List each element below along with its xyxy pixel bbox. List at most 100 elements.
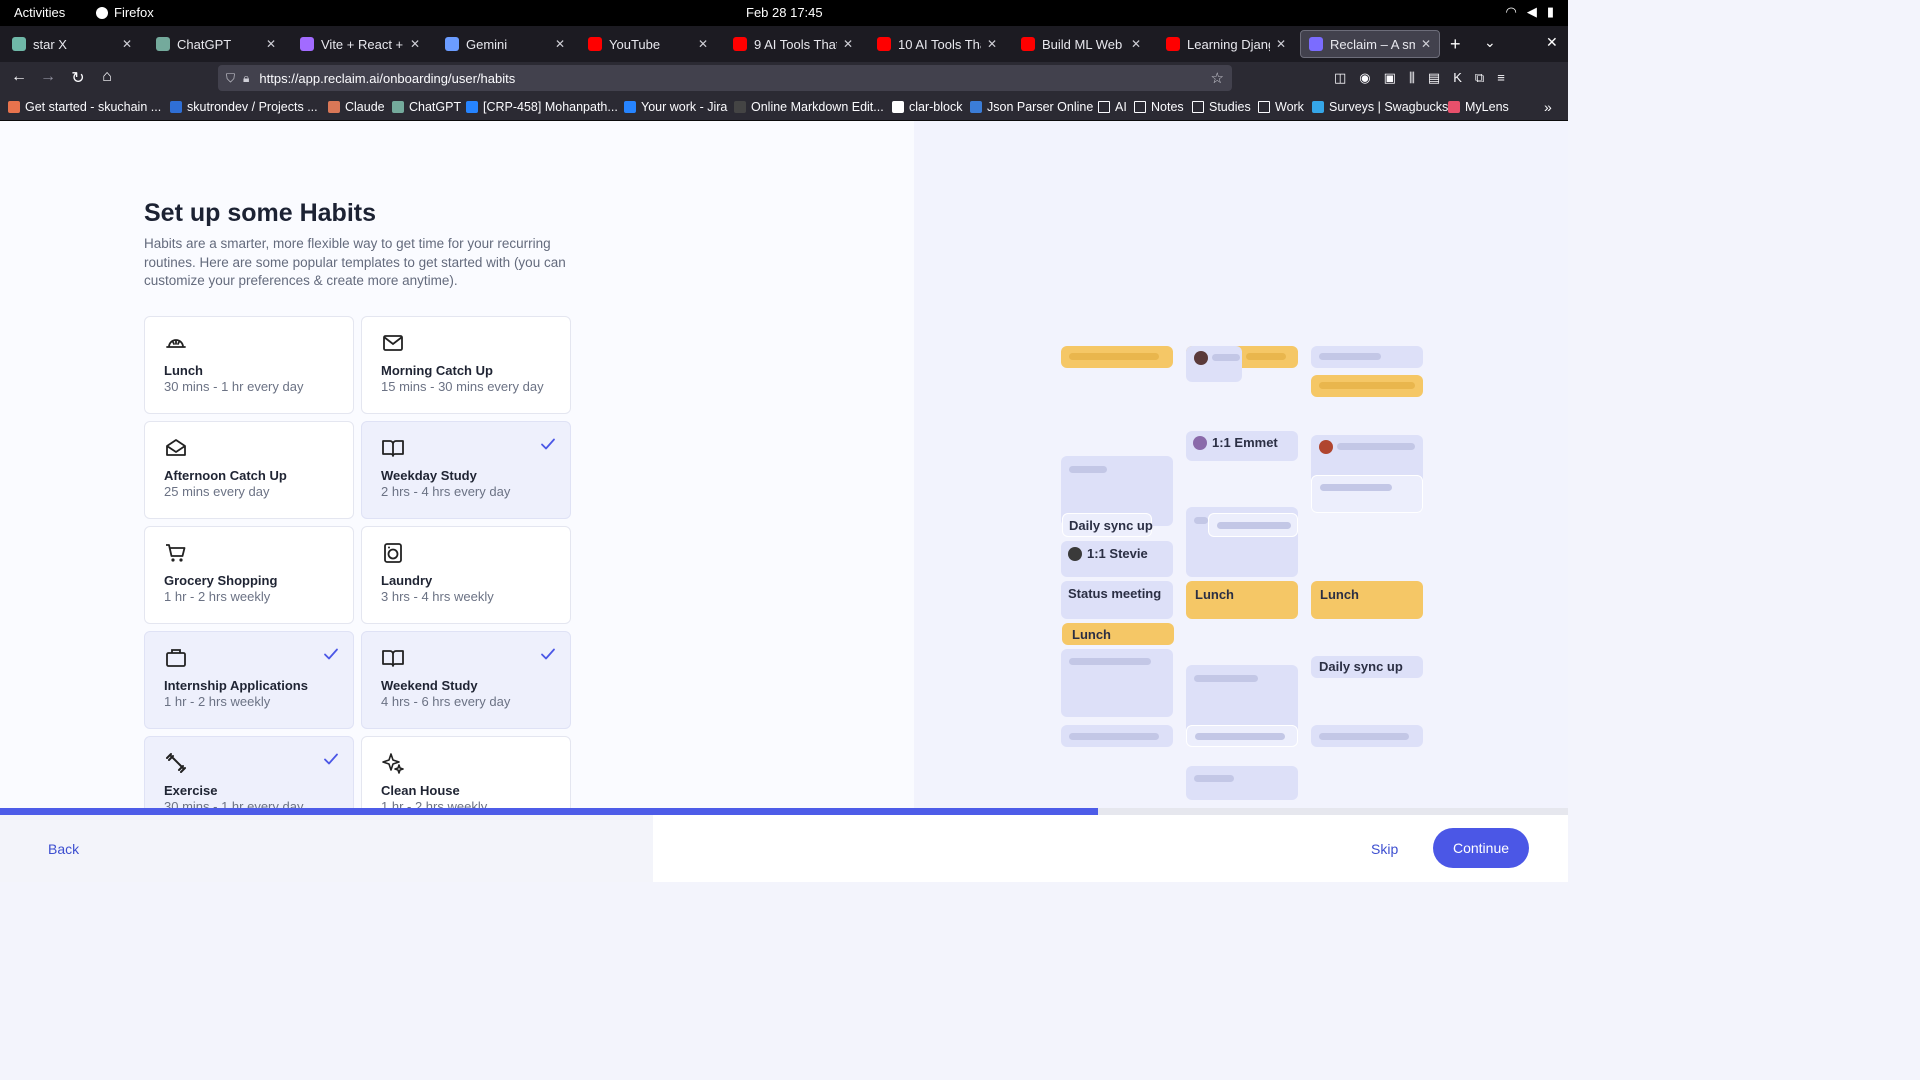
bookmark-item[interactable]: [CRP-458] Mohanpath... [466,100,618,114]
back-arrow-icon[interactable]: ← [8,68,30,86]
browser-tab[interactable]: 10 AI Tools That W ✕ [869,30,1005,58]
url-text[interactable]: https://app.reclaim.ai/onboarding/user/h… [259,71,515,86]
tab-favicon-icon [1166,37,1180,51]
bookmark-label: Surveys | Swagbucks [1329,100,1449,114]
close-tab-icon[interactable]: ✕ [122,37,132,51]
forward-arrow-icon[interactable]: → [37,68,59,86]
habit-card[interactable]: Afternoon Catch Up 25 mins every day [144,421,354,519]
folder-icon [1098,101,1110,113]
bookmark-label: Studies [1209,100,1251,114]
bookmark-folder[interactable]: Studies [1192,100,1251,114]
bookmark-item[interactable]: Surveys | Swagbucks [1312,100,1448,114]
habit-card[interactable]: Weekend Study 4 hrs - 6 hrs every day [361,631,571,729]
habit-duration: 2 hrs - 4 hrs every day [381,484,511,499]
calendar-event: Daily sync up [1062,513,1153,537]
menu-icon[interactable]: ≡ [1497,70,1505,86]
bookmark-item[interactable]: Your work - Jira [624,100,727,114]
browser-tab[interactable]: Build ML Web App ✕ [1013,30,1149,58]
folder-icon [1134,101,1146,113]
bookmark-item[interactable]: ChatGPT [392,100,461,114]
browser-tab[interactable]: Learning Django [✕ [1158,30,1294,58]
bookmark-star-icon[interactable]: ☆ [1211,69,1224,87]
system-tray[interactable]: ◠ ◀ ▮ [1506,4,1555,20]
shield-icon[interactable]: ⛉ [226,71,235,86]
k-extension-icon[interactable]: K [1453,70,1462,86]
bookmark-label: clar-block [909,100,963,114]
bookmark-item[interactable]: Online Markdown Edit... [734,100,884,114]
bookmark-item[interactable]: skutrondev / Projects ... [170,100,318,114]
bookmark-favicon-icon [170,101,182,113]
clock[interactable]: Feb 28 17:45 [746,5,823,20]
bookmark-folder[interactable]: AI [1098,100,1127,114]
browser-tab[interactable]: Vite + React + TS ✕ [292,30,428,58]
pocket-icon[interactable]: ◫ [1334,70,1346,86]
habit-card[interactable]: Exercise 30 mins - 1 hr every day [144,736,354,816]
habit-card[interactable]: Internship Applications 1 hr - 2 hrs week… [144,631,354,729]
app-menu[interactable]: Firefox [96,5,154,20]
url-bar[interactable]: ⛉ 🔒︎ https://app.reclaim.ai/onboarding/u… [218,65,1232,91]
bookmark-label: [CRP-458] Mohanpath... [483,100,618,114]
extension-badge-icon[interactable]: ▣ [1384,70,1396,86]
skip-button[interactable]: Skip [1371,841,1398,857]
close-tab-icon[interactable]: ✕ [698,37,708,51]
close-tab-icon[interactable]: ✕ [1131,37,1141,51]
close-tab-icon[interactable]: ✕ [843,37,853,51]
close-tab-icon[interactable]: ✕ [555,37,565,51]
bookmark-item[interactable]: Json Parser Online [970,100,1093,114]
calendar-block [1186,725,1298,747]
briefcase-icon [166,649,186,667]
habit-card[interactable]: Laundry 3 hrs - 4 hrs weekly [361,526,571,624]
habit-card[interactable]: Morning Catch Up 15 mins - 30 mins every … [361,316,571,414]
cart-icon [166,544,186,562]
continue-button[interactable]: Continue [1433,828,1529,868]
account-icon[interactable]: ◉ [1359,70,1370,86]
tab-favicon-icon [1309,37,1323,51]
progress-fill [0,808,1098,815]
folder-icon [1258,101,1270,113]
puzzle-icon[interactable]: ⧉ [1475,70,1484,86]
tab-title: Build ML Web App [1042,36,1125,52]
habit-card[interactable]: Clean House 1 hr - 2 hrs weekly [361,736,571,816]
bookmark-label: skutrondev / Projects ... [187,100,318,114]
check-icon [541,438,555,450]
bookmark-item[interactable]: clar-block [892,100,963,114]
bookmark-item[interactable]: Claude [328,100,385,114]
more-bookmarks-icon[interactable]: » [1544,99,1552,115]
habit-name: Internship Applications [164,678,308,693]
list-all-tabs-icon[interactable]: ⌄ [1484,34,1496,51]
browser-tab[interactable]: Reclaim – A smart ✕ [1300,30,1440,58]
container-icon[interactable]: ▤ [1428,70,1440,86]
close-tab-icon[interactable]: ✕ [410,37,420,51]
back-button[interactable]: Back [48,841,79,857]
new-tab-icon[interactable]: + [1450,34,1461,55]
close-tab-icon[interactable]: ✕ [266,37,276,51]
window-close-icon[interactable]: ✕ [1546,34,1558,51]
bookmark-item[interactable]: Get started - skuchain ... [8,100,161,114]
bookmark-label: ChatGPT [409,100,462,114]
browser-tab[interactable]: Gemini ✕ [437,30,573,58]
browser-tab[interactable]: star X ✕ [4,30,140,58]
mail-open-icon [166,439,186,456]
close-tab-icon[interactable]: ✕ [1421,37,1431,51]
close-tab-icon[interactable]: ✕ [987,37,997,51]
bookmark-folder[interactable]: Notes [1134,100,1184,114]
library-icon[interactable]: ⫼ [1409,70,1415,86]
activities-button[interactable]: Activities [14,5,65,20]
avatar [1319,440,1333,454]
browser-tab[interactable]: ChatGPT ✕ [148,30,284,58]
reload-icon[interactable]: ↻ [67,68,89,88]
habit-card[interactable]: Grocery Shopping 1 hr - 2 hrs weekly [144,526,354,624]
bookmark-item[interactable]: MyLens [1448,100,1509,114]
bookmark-label: Json Parser Online [987,100,1094,114]
habit-card[interactable]: Weekday Study 2 hrs - 4 hrs every day [361,421,571,519]
close-tab-icon[interactable]: ✕ [1276,37,1286,51]
bookmark-favicon-icon [328,101,340,113]
home-icon[interactable]: ⌂ [96,68,118,86]
bookmark-folder[interactable]: Work [1258,100,1304,114]
habit-card[interactable]: Lunch 30 mins - 1 hr every day [144,316,354,414]
calendar-event: Status meeting [1061,581,1173,619]
lock-icon[interactable]: 🔒︎ [243,71,249,86]
system-top-bar: Activities Firefox Feb 28 17:45 ◠ ◀ ▮ [0,0,1568,26]
browser-tab[interactable]: 9 AI Tools That Do ✕ [725,30,861,58]
browser-tab[interactable]: YouTube ✕ [580,30,716,58]
